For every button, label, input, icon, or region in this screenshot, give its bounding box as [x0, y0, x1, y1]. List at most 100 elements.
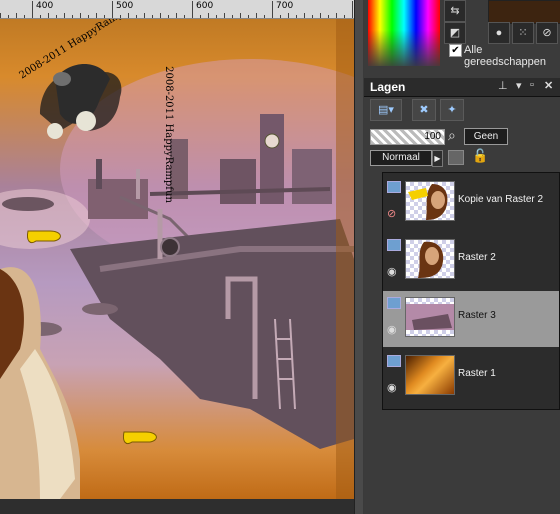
ruler-tick: [344, 15, 345, 18]
link-icon[interactable]: ⌕: [448, 127, 456, 144]
lock-icon[interactable]: 🔓: [472, 148, 488, 164]
pointer-hand-icon: [27, 230, 61, 244]
ruler-tick: [352, 1, 353, 18]
ruler-tick: [152, 15, 153, 18]
group-link-field[interactable]: Geen: [464, 128, 508, 145]
ruler-tick: [144, 13, 145, 18]
foreground-color-swatch[interactable]: [488, 0, 560, 24]
ruler-tick: [64, 13, 65, 18]
layer-thumbnail: [405, 239, 455, 279]
ruler-tick: [184, 15, 185, 18]
ruler-tick: [0, 13, 1, 18]
ruler-tick: [120, 15, 121, 18]
ruler-tick: [96, 13, 97, 18]
ruler-tick: [32, 1, 33, 18]
ruler-tick: [112, 1, 113, 18]
eye-icon[interactable]: ◉: [387, 381, 401, 394]
ruler-mark-400: 400: [36, 1, 54, 11]
raster-layer-icon: [387, 181, 401, 193]
ruler-tick: [248, 15, 249, 18]
new-layer-button[interactable]: ▤▾: [370, 99, 402, 121]
layers-panel-title: Lagen: [370, 80, 406, 94]
ruler-tick: [104, 15, 105, 18]
ruler-tick: [336, 13, 337, 18]
watermark-text-bottom: 2008-2011 HappyRampfun: [162, 66, 174, 203]
color-picker-spectrum[interactable]: [368, 0, 440, 66]
layer-name: Raster 3: [458, 310, 496, 321]
raster-layer-icon: [387, 355, 401, 367]
layer-thumbnail: [405, 181, 455, 221]
ruler-tick: [304, 13, 305, 18]
ruler-tick: [72, 15, 73, 18]
eye-hidden-icon[interactable]: ⊘: [387, 207, 401, 220]
auto-hide-icon[interactable]: ▫: [530, 79, 534, 91]
ruler-tick: [280, 15, 281, 18]
layer-raster-1[interactable]: ◉ Raster 1: [383, 349, 559, 405]
texture-swatch-icon[interactable]: ⁙: [512, 22, 534, 44]
ruler-tick: [320, 13, 321, 18]
layer-name: Kopie van Raster 2: [458, 194, 544, 205]
layers-list: ⊘ Kopie van Raster 2 ◉ Raster 2 ◉ Raster…: [382, 172, 560, 410]
pointer-hand-icon: [123, 431, 157, 445]
ruler-tick: [136, 15, 137, 18]
ruler-tick: [288, 13, 289, 18]
horizontal-ruler: 400 500 600 700: [0, 0, 360, 19]
menu-icon[interactable]: ▾: [516, 79, 522, 92]
ruler-tick: [160, 13, 161, 18]
pin-icon[interactable]: ⊥: [498, 79, 508, 92]
ruler-tick: [256, 13, 257, 18]
eye-icon[interactable]: ◉: [387, 323, 401, 336]
ruler-tick: [240, 13, 241, 18]
layer-name: Raster 1: [458, 368, 496, 379]
alle-gereedschappen-label: Alle gereedschappen: [464, 44, 546, 68]
ruler-tick: [264, 15, 265, 18]
ruler-tick: [88, 15, 89, 18]
opacity-input[interactable]: 100: [370, 129, 445, 145]
ruler-mark-500: 500: [116, 1, 134, 11]
layers-title-bar: Lagen ⊥ ▾ ▫ ✕: [364, 78, 560, 97]
right-panel: ⇆ ◩ ● ⁙ ⊘ ✔ Alle gereedschappen Lagen ⊥ …: [364, 0, 560, 514]
raster-layer-icon: [387, 297, 401, 309]
layer-thumbnail: [405, 297, 455, 337]
ruler-tick: [80, 13, 81, 18]
ruler-tick: [48, 13, 49, 18]
layer-thumbnail: [405, 355, 455, 395]
layer-effects-button[interactable]: ✦: [440, 99, 464, 121]
canvas-artwork: [0, 19, 354, 499]
circle-swatch-icon[interactable]: ●: [488, 22, 510, 44]
image-canvas[interactable]: 2008-2011 HappyRampfun 2008-2011 HappyRa…: [0, 19, 354, 499]
ruler-tick: [8, 15, 9, 18]
blend-mode-arrow-icon[interactable]: ▶: [432, 150, 443, 167]
ruler-tick: [296, 15, 297, 18]
ruler-tick: [128, 13, 129, 18]
ruler-tick: [24, 15, 25, 18]
ruler-tick: [16, 13, 17, 18]
delete-layer-button[interactable]: ✖: [412, 99, 436, 121]
ruler-mark-700: 700: [276, 1, 294, 11]
vertical-scrollbar[interactable]: [354, 0, 363, 514]
layers-toolbar: ▤▾ ✖ ✦: [364, 97, 560, 123]
blend-mode-select[interactable]: Normaal: [370, 150, 432, 166]
raster-layer-icon: [387, 239, 401, 251]
layer-kopie-van-raster-2[interactable]: ⊘ Kopie van Raster 2: [383, 175, 559, 231]
ruler-tick: [40, 15, 41, 18]
ruler-tick: [312, 15, 313, 18]
ruler-tick: [168, 15, 169, 18]
no-swatch-icon[interactable]: ⊘: [536, 22, 558, 44]
horizontal-scrollbar[interactable]: [0, 499, 354, 514]
swap-colors-icon[interactable]: ⇆: [444, 0, 466, 22]
mask-icon[interactable]: [448, 150, 464, 165]
reset-colors-icon[interactable]: ◩: [444, 22, 466, 44]
ruler-tick: [192, 1, 193, 18]
layer-raster-2[interactable]: ◉ Raster 2: [383, 233, 559, 289]
ruler-tick: [176, 13, 177, 18]
eye-icon[interactable]: ◉: [387, 265, 401, 278]
alle-gereedschappen-checkbox[interactable]: ✔: [449, 44, 462, 57]
layer-raster-3[interactable]: ◉ Raster 3: [383, 291, 559, 347]
ruler-tick: [224, 13, 225, 18]
layer-name: Raster 2: [458, 252, 496, 263]
ruler-tick: [216, 15, 217, 18]
ruler-mark-600: 600: [196, 1, 214, 11]
ruler-tick: [208, 13, 209, 18]
close-icon[interactable]: ✕: [544, 79, 553, 92]
